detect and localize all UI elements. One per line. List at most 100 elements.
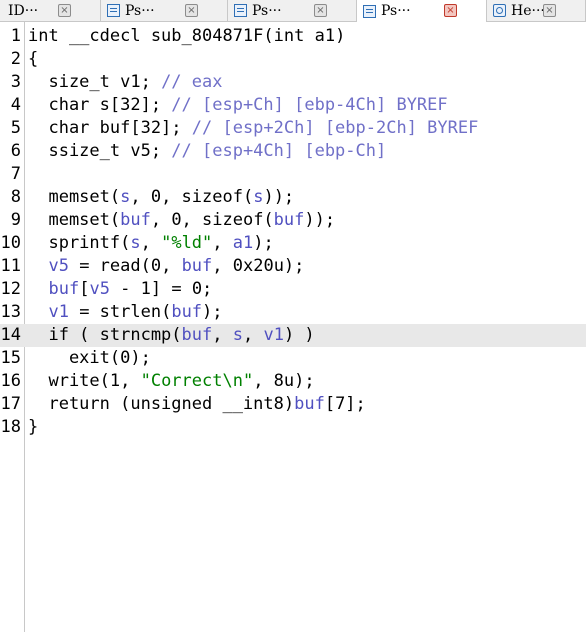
code-text: v1 = strlen(buf); bbox=[28, 301, 223, 324]
code-line[interactable]: 18} bbox=[0, 416, 586, 439]
close-tab-icon[interactable]: × bbox=[314, 4, 327, 17]
variable-token[interactable]: v1 bbox=[263, 325, 283, 345]
code-token: , 0, sizeof( bbox=[150, 210, 274, 230]
line-number: 17 bbox=[0, 394, 21, 414]
tab-bar: ID··· × Ps··· × Ps··· × Ps··· × He··· × bbox=[0, 0, 586, 22]
comment-token: // [esp+2Ch] [ebp-2Ch] BYREF bbox=[191, 118, 479, 138]
code-token: size_t v1; bbox=[28, 72, 162, 92]
variable-token[interactable]: buf bbox=[171, 302, 202, 322]
code-token: ) ) bbox=[283, 325, 315, 345]
code-token: write(1, bbox=[28, 371, 141, 391]
line-number: 8 bbox=[10, 187, 21, 207]
line-number: 10 bbox=[0, 233, 21, 253]
variable-token[interactable]: s bbox=[130, 233, 140, 253]
line-number: 11 bbox=[0, 256, 21, 276]
code-line[interactable]: 5 char buf[32]; // [esp+2Ch] [ebp-2Ch] B… bbox=[0, 117, 586, 140]
code-token: , bbox=[212, 233, 233, 253]
code-text: v5 = read(0, buf, 0x20u); bbox=[28, 255, 304, 278]
code-token: )); bbox=[263, 187, 295, 207]
code-line[interactable]: 13 v1 = strlen(buf); bbox=[0, 301, 586, 324]
variable-token[interactable]: buf bbox=[120, 210, 151, 230]
code-token: sprintf( bbox=[28, 233, 131, 253]
string-literal-token: "Correct\n" bbox=[140, 371, 254, 391]
close-tab-icon[interactable]: × bbox=[543, 4, 556, 17]
variable-token[interactable]: v1 bbox=[48, 302, 68, 322]
code-line[interactable]: 9 memset(buf, 0, sizeof(buf)); bbox=[0, 209, 586, 232]
pseudocode-icon bbox=[107, 4, 120, 17]
code-token: [7]; bbox=[324, 394, 366, 414]
code-line[interactable]: 3 size_t v1; // eax bbox=[0, 71, 586, 94]
code-text: return (unsigned __int8)buf[7]; bbox=[28, 393, 366, 416]
code-line[interactable]: 12 buf[v5 - 1] = 0; bbox=[0, 278, 586, 301]
variable-token[interactable]: v5 bbox=[89, 279, 109, 299]
code-line[interactable]: 7 bbox=[0, 163, 586, 186]
code-token: memset( bbox=[28, 187, 121, 207]
code-token: char buf[32]; bbox=[28, 118, 192, 138]
line-number: 13 bbox=[0, 302, 21, 322]
code-line[interactable]: 10 sprintf(s, "%ld", a1); bbox=[0, 232, 586, 255]
code-token: memset( bbox=[28, 210, 121, 230]
code-text: char s[32]; // [esp+Ch] [ebp-4Ch] BYREF bbox=[28, 94, 448, 117]
variable-token[interactable]: buf bbox=[182, 256, 213, 276]
code-text: ssize_t v5; // [esp+4Ch] [ebp-Ch] bbox=[28, 140, 386, 163]
code-token: , bbox=[140, 233, 162, 253]
variable-token[interactable]: s bbox=[120, 187, 130, 207]
code-token: ssize_t v5; bbox=[28, 141, 172, 161]
code-token: , 8u); bbox=[253, 371, 315, 391]
variable-token[interactable]: s bbox=[233, 325, 243, 345]
code-token: = strlen( bbox=[68, 302, 172, 322]
comment-token: // [esp+Ch] [ebp-4Ch] BYREF bbox=[171, 95, 448, 115]
punctuation-token: { bbox=[28, 49, 39, 69]
line-number: 5 bbox=[10, 118, 21, 138]
line-number: 7 bbox=[10, 164, 21, 184]
code-token: , 0, sizeof( bbox=[130, 187, 254, 207]
code-token: ); bbox=[202, 302, 223, 322]
code-line[interactable]: 1 int __cdecl sub_804871F(int a1) bbox=[0, 25, 586, 48]
code-text: memset(buf, 0, sizeof(buf)); bbox=[28, 209, 335, 232]
tab-3[interactable]: Ps··· × bbox=[228, 0, 357, 21]
line-number: 2 bbox=[10, 49, 21, 69]
code-text: size_t v1; // eax bbox=[28, 71, 222, 94]
close-tab-icon[interactable]: × bbox=[444, 4, 457, 17]
pseudocode-editor[interactable]: 1 int __cdecl sub_804871F(int a1) 2{3 size… bbox=[0, 22, 586, 632]
line-number: 15 bbox=[0, 348, 21, 368]
code-line[interactable]: 8 memset(s, 0, sizeof(s)); bbox=[0, 186, 586, 209]
code-line[interactable]: 17 return (unsigned __int8)buf[7]; bbox=[0, 393, 586, 416]
close-tab-icon[interactable]: × bbox=[185, 4, 198, 17]
pseudocode-icon bbox=[363, 4, 376, 18]
code-line[interactable]: 2{ bbox=[0, 48, 586, 71]
variable-token[interactable]: buf bbox=[48, 279, 79, 299]
code-text: exit(0); bbox=[28, 347, 151, 370]
comment-token: // eax bbox=[161, 72, 223, 92]
variable-token[interactable]: v5 bbox=[48, 256, 68, 276]
code-line[interactable]: 4 char s[32]; // [esp+Ch] [ebp-4Ch] BYRE… bbox=[0, 94, 586, 117]
code-token: )); bbox=[304, 210, 336, 230]
tab-label: Ps··· bbox=[125, 2, 155, 19]
code-token: return (unsigned __int8) bbox=[28, 394, 295, 414]
variable-token[interactable]: buf bbox=[182, 325, 213, 345]
line-number: 16 bbox=[0, 371, 21, 391]
tab-2[interactable]: Ps··· × bbox=[101, 0, 228, 21]
tab-5[interactable]: He··· × bbox=[487, 0, 586, 21]
variable-token[interactable]: s bbox=[253, 187, 263, 207]
pseudocode-icon bbox=[234, 4, 247, 17]
line-number: 1 bbox=[10, 26, 21, 46]
code-text: } bbox=[28, 416, 38, 439]
punctuation-token: } bbox=[28, 417, 39, 437]
variable-token[interactable]: a1 bbox=[233, 233, 253, 253]
variable-token[interactable]: buf bbox=[294, 394, 325, 414]
code-line[interactable]: 6 ssize_t v5; // [esp+4Ch] [ebp-Ch] bbox=[0, 140, 586, 163]
code-line[interactable]: 15 exit(0); bbox=[0, 347, 586, 370]
code-line[interactable]: 16 write(1, "Correct\n", 8u); bbox=[0, 370, 586, 393]
tab-1[interactable]: ID··· × bbox=[0, 0, 101, 21]
tab-4[interactable]: Ps··· × bbox=[357, 0, 487, 22]
code-line[interactable]: 11 v5 = read(0, buf, 0x20u); bbox=[0, 255, 586, 278]
code-text: write(1, "Correct\n", 8u); bbox=[28, 370, 315, 393]
close-tab-icon[interactable]: × bbox=[58, 4, 71, 17]
code-line[interactable]: 14 if ( strncmp(buf, s, v1) ) bbox=[0, 324, 586, 347]
tab-label: ID··· bbox=[8, 2, 39, 19]
line-number: 3 bbox=[10, 72, 21, 92]
variable-token[interactable]: buf bbox=[274, 210, 305, 230]
